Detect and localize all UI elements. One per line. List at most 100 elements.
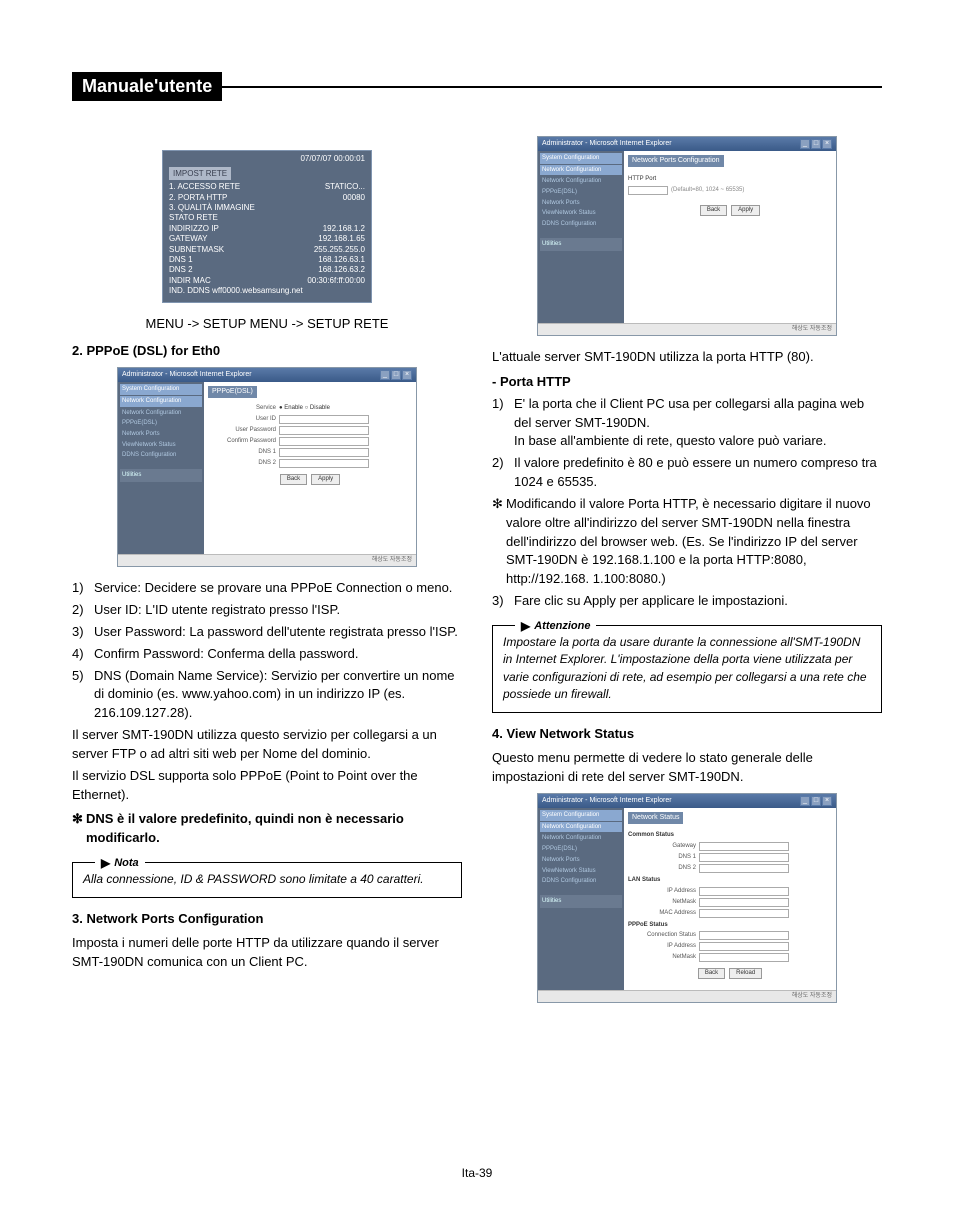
nav-item: DDNS Configuration xyxy=(540,876,622,887)
page-footer: Ita-39 xyxy=(0,1166,954,1180)
list-number: 2) xyxy=(492,454,514,492)
field-label: IP Address xyxy=(628,887,696,896)
osd-label: 1. ACCESSO RETE xyxy=(169,182,240,192)
list-number: 5) xyxy=(72,667,94,724)
osd-label: INDIR MAC xyxy=(169,276,211,286)
utilities-section: Utilities xyxy=(120,469,202,482)
panel-title: Network Status xyxy=(628,812,683,824)
text-input xyxy=(699,931,789,940)
attention-text: Impostare la porta da usare durante la c… xyxy=(503,635,867,701)
osd-value: 168.126.63.1 xyxy=(318,255,365,265)
sidebar: System Configuration Network Configurati… xyxy=(538,808,624,990)
field-label: NetMask xyxy=(628,953,696,962)
nav-item: DDNS Configuration xyxy=(120,450,202,461)
nav-item: Network Configuration xyxy=(540,833,622,844)
tree-item: System Configuration xyxy=(540,153,622,164)
text-input xyxy=(699,887,789,896)
field-label: MAC Address xyxy=(628,909,696,918)
section-2-heading: 2. PPPoE (DSL) for Eth0 xyxy=(72,342,462,361)
list-text: Confirm Password: Conferma della passwor… xyxy=(94,645,462,664)
window-title: Administrator - Microsoft Internet Explo… xyxy=(542,796,672,806)
utilities-section: Utilities xyxy=(540,895,622,908)
sub-heading: HTTP Port xyxy=(628,175,832,184)
screenshot-pppoe: Administrator - Microsoft Internet Explo… xyxy=(117,367,417,567)
sidebar: System Configuration Network Configurati… xyxy=(118,382,204,554)
text-input xyxy=(699,842,789,851)
nav-item: ViewNetwork Status xyxy=(120,440,202,451)
nav-item: DDNS Configuration xyxy=(540,219,622,230)
port-input xyxy=(628,186,668,195)
list-line: In base all'ambiente di rete, questo val… xyxy=(514,433,827,448)
list-text: E' la porta che il Client PC usa per col… xyxy=(514,395,882,452)
tree-item: Network Configuration xyxy=(540,822,622,833)
tree-item: System Configuration xyxy=(120,384,202,395)
list-number: 4) xyxy=(72,645,94,664)
list-text: Fare clic su Apply per applicare le impo… xyxy=(514,592,882,611)
nav-item: Network Ports xyxy=(540,198,622,209)
window-titlebar: Administrator - Microsoft Internet Explo… xyxy=(538,794,836,808)
list-text: DNS (Domain Name Service): Servizio per … xyxy=(94,667,462,724)
main-panel: PPPoE(DSL) Service● Enable ○ Disable Use… xyxy=(204,382,416,554)
text-input xyxy=(699,909,789,918)
osd-value: 192.168.1.2 xyxy=(323,224,365,234)
back-button: Back xyxy=(700,205,727,216)
left-column: 07/07/07 00:00:01 IMPOST RETE 1. ACCESSO… xyxy=(72,130,462,1015)
nav-item: Network Ports xyxy=(540,855,622,866)
text-input xyxy=(279,459,369,468)
window-titlebar: Administrator - Microsoft Internet Explo… xyxy=(538,137,836,151)
nav-item: ViewNetwork Status xyxy=(540,208,622,219)
screenshot-status: Administrator - Microsoft Internet Explo… xyxy=(537,793,837,1003)
list-number: 1) xyxy=(72,579,94,598)
nav-item: PPPoE(DSL) xyxy=(540,844,622,855)
list-number: 1) xyxy=(492,395,514,452)
nav-item: Network Configuration xyxy=(120,408,202,419)
nav-item: ViewNetwork Status xyxy=(540,866,622,877)
paragraph: Il servizio DSL supporta solo PPPoE (Poi… xyxy=(72,767,462,805)
field-label: DNS 2 xyxy=(628,864,696,873)
note-label: ▶ Nota xyxy=(95,855,145,872)
attention-box: ▶ Attenzione Impostare la porta da usare… xyxy=(492,625,882,713)
field-label: DNS 1 xyxy=(628,853,696,862)
window-titlebar: Administrator - Microsoft Internet Explo… xyxy=(118,368,416,382)
arrow-icon: ▶ xyxy=(521,618,530,635)
nav-item: Network Configuration xyxy=(540,176,622,187)
nav-item: Network Ports xyxy=(120,429,202,440)
window-controls: _□× xyxy=(800,796,832,806)
menu-path: MENU -> SETUP MENU -> SETUP RETE xyxy=(72,315,462,334)
right-column: Administrator - Microsoft Internet Explo… xyxy=(492,130,882,1015)
paragraph: L'attuale server SMT-190DN utilizza la p… xyxy=(492,348,882,367)
text-input xyxy=(279,415,369,424)
note-text: Alla connessione, ID & PASSWORD sono lim… xyxy=(83,872,424,886)
osd-label: DNS 2 xyxy=(169,265,193,275)
nav-item: PPPoE(DSL) xyxy=(120,418,202,429)
list-number: 2) xyxy=(72,601,94,620)
text-input xyxy=(279,437,369,446)
tree-item: Network Configuration xyxy=(120,396,202,407)
radio-group: ● Enable ○ Disable xyxy=(279,404,330,413)
field-label: IP Address xyxy=(628,942,696,951)
screenshot-ports: Administrator - Microsoft Internet Explo… xyxy=(537,136,837,336)
page-header: Manuale'utente xyxy=(72,72,222,101)
star-icon: ✻ xyxy=(492,495,506,589)
status-bar: 해상도 자동조정 xyxy=(538,323,836,335)
osd-value: 255.255.255.0 xyxy=(314,245,365,255)
osd-label: 3. QUALITÀ IMMAGINE xyxy=(169,203,255,213)
panel-title: Network Ports Configuration xyxy=(628,155,724,167)
paragraph: Questo menu permette di vedere lo stato … xyxy=(492,749,882,787)
text-input xyxy=(699,942,789,951)
field-label: User Password xyxy=(208,426,276,435)
note-box: ▶ Nota Alla connessione, ID & PASSWORD s… xyxy=(72,862,462,897)
osd-label: INDIRIZZO IP xyxy=(169,224,219,234)
field-label: NetMask xyxy=(628,898,696,907)
list-number: 3) xyxy=(492,592,514,611)
section-3-heading: 3. Network Ports Configuration xyxy=(72,910,462,929)
arrow-icon: ▶ xyxy=(101,855,110,872)
osd-value: STATICO... xyxy=(325,182,365,192)
utilities-section: Utilities xyxy=(540,238,622,251)
text-input xyxy=(699,953,789,962)
group-heading: Common Status xyxy=(628,831,832,840)
field-label: Confirm Password xyxy=(208,437,276,446)
list-text: User Password: La password dell'utente r… xyxy=(94,623,462,642)
osd-timestamp: 07/07/07 00:00:01 xyxy=(169,153,365,165)
group-heading: PPPoE Status xyxy=(628,921,832,930)
